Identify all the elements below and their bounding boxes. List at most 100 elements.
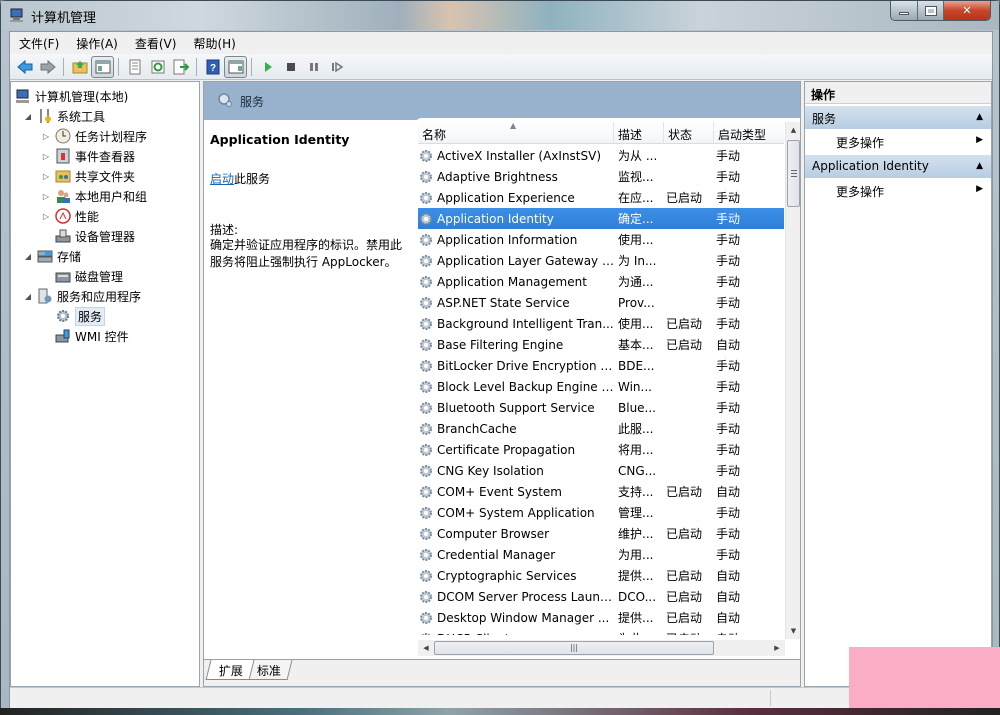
expand-arrow-icon[interactable]: ▷ <box>41 192 51 201</box>
scroll-left-arrow-icon[interactable]: ◀ <box>418 640 434 656</box>
horizontal-scroll-thumb[interactable]: ||| <box>434 641 714 655</box>
column-header-status[interactable]: 状态 <box>664 122 714 144</box>
column-header-name[interactable]: 名称 ▲ <box>418 121 614 144</box>
menu-help[interactable]: 帮助(H) <box>184 32 243 53</box>
expand-arrow-icon[interactable]: ▷ <box>41 152 51 161</box>
help-button[interactable]: ? <box>201 56 224 78</box>
tree-item-storage[interactable]: ◢ 存储 <box>23 246 81 266</box>
collapse-arrow-icon[interactable]: ◢ <box>23 112 33 121</box>
expand-arrow-icon[interactable]: ▷ <box>41 132 51 141</box>
service-name: Application Information <box>437 232 578 247</box>
start-service-button[interactable] <box>256 56 279 78</box>
service-name: Adaptive Brightness <box>437 169 558 184</box>
column-label: 描述 <box>618 128 643 142</box>
service-gear-icon <box>420 149 432 162</box>
service-row[interactable]: Adaptive Brightness 监视... 手动 <box>418 166 784 187</box>
scroll-right-arrow-icon[interactable]: ▶ <box>769 640 785 656</box>
collapse-up-icon[interactable]: ▲ <box>976 112 983 122</box>
tree-item-event-viewer[interactable]: ▷ 事件查看器 <box>41 146 135 166</box>
menu-view[interactable]: 查看(V) <box>126 32 185 53</box>
action-section-services[interactable]: 服务 ▲ <box>805 106 991 129</box>
service-row[interactable]: Application Identity 确定... 手动 <box>418 208 784 229</box>
tree-item-services[interactable]: 服务 <box>55 306 106 326</box>
column-header-description[interactable]: 描述 <box>614 122 664 144</box>
start-service-link[interactable]: 启动 <box>210 172 234 186</box>
service-row[interactable]: Desktop Window Manager ... 提供... 已启动 自动 <box>418 607 784 628</box>
service-row[interactable]: Application Management 为通... 手动 <box>418 271 784 292</box>
refresh-button[interactable] <box>146 56 169 78</box>
forward-button[interactable] <box>36 56 59 78</box>
menu-action[interactable]: 操作(A) <box>67 32 126 53</box>
vertical-scrollbar[interactable]: ▲ ▼ <box>785 122 800 639</box>
service-row[interactable]: Application Layer Gateway S... 为 In... 手动 <box>418 250 784 271</box>
service-name: Block Level Backup Engine S... <box>437 379 614 394</box>
scroll-up-arrow-icon[interactable]: ▲ <box>786 122 800 138</box>
horizontal-scrollbar[interactable]: ◀ ||| ▶ <box>418 640 785 656</box>
service-row[interactable]: DCOM Server Process Launc... DCO... 已启动 自动 <box>418 586 784 607</box>
tree-item-task-scheduler[interactable]: ▷ 任务计划程序 <box>41 126 147 146</box>
collapse-arrow-icon[interactable]: ◢ <box>23 292 33 301</box>
tree-item-shared-folders[interactable]: ▷ 共享文件夹 <box>41 166 135 186</box>
storage-icon <box>37 250 53 263</box>
properties-button[interactable] <box>123 56 146 78</box>
tree-item-device-manager[interactable]: 设备管理器 <box>55 226 135 246</box>
menu-bar: 文件(F) 操作(A) 查看(V) 帮助(H) <box>10 32 992 53</box>
scroll-down-arrow-icon[interactable]: ▼ <box>786 623 800 639</box>
tab-extended[interactable]: 扩展 <box>205 660 255 680</box>
window-controls: ✕ <box>890 1 991 21</box>
expand-arrow-icon[interactable]: ▷ <box>41 172 51 181</box>
computer-management-icon <box>16 89 29 103</box>
service-row[interactable]: DHCP Client为此...已启动自动 <box>418 628 784 635</box>
back-button[interactable] <box>13 56 36 78</box>
title-bar[interactable]: 计算机管理 ✕ <box>1 1 999 30</box>
tree-item-system-tools[interactable]: ◢ 系统工具 <box>23 106 105 126</box>
collapse-up-icon[interactable]: ▲ <box>976 161 983 171</box>
grip-icon <box>791 170 797 177</box>
action-section-application-identity[interactable]: Application Identity ▲ <box>805 155 991 178</box>
more-actions-application-identity[interactable]: 更多操作 ▶ <box>805 178 991 202</box>
service-row[interactable]: Certificate Propagation 将用... 手动 <box>418 439 784 460</box>
show-hide-action-pane-button[interactable] <box>224 55 247 78</box>
tree-item-services-and-applications[interactable]: ◢ 服务和应用程序 <box>23 286 141 306</box>
tree-root[interactable]: 计算机管理(本地) <box>15 86 128 106</box>
service-row[interactable]: BranchCache 此服... 手动 <box>418 418 784 439</box>
pause-service-button[interactable] <box>302 56 325 78</box>
service-row[interactable]: Bluetooth Support Service Blue... 手动 <box>418 397 784 418</box>
service-row[interactable]: CNG Key Isolation CNG... 手动 <box>418 460 784 481</box>
up-one-level-button[interactable] <box>68 56 91 78</box>
restart-service-icon <box>331 61 343 72</box>
tree-item-performance[interactable]: ▷ 性能 <box>41 206 99 226</box>
service-row[interactable]: COM+ System Application 管理... 手动 <box>418 502 784 523</box>
minimize-button[interactable] <box>891 1 918 20</box>
expand-arrow-icon[interactable]: ▷ <box>41 212 51 221</box>
export-list-button[interactable] <box>169 56 192 78</box>
service-row[interactable]: Application Information 使用... 手动 <box>418 229 784 250</box>
tree-item-local-users-groups[interactable]: ▷ 本地用户和组 <box>41 186 147 206</box>
service-description: 为从 ... <box>618 149 658 163</box>
service-row[interactable]: ActiveX Installer (AxInstSV) 为从 ... 手动 <box>418 145 784 166</box>
service-row[interactable]: Application Experience 在应... 已启动 手动 <box>418 187 784 208</box>
service-row[interactable]: Block Level Backup Engine S... Win... 手动 <box>418 376 784 397</box>
service-startup-type: 手动 <box>716 506 741 520</box>
service-row[interactable]: Background Intelligent Tran... 使用... 已启动 手动 <box>418 313 784 334</box>
service-row[interactable]: ASP.NET State Service Prov... 手动 <box>418 292 784 313</box>
menu-file[interactable]: 文件(F) <box>10 32 67 53</box>
collapse-arrow-icon[interactable]: ◢ <box>23 252 33 261</box>
close-button[interactable]: ✕ <box>944 1 990 20</box>
service-row[interactable]: BitLocker Drive Encryption S... BDE... 手动 <box>418 355 784 376</box>
tree-item-wmi-control[interactable]: WMI 控件 <box>55 326 129 346</box>
column-header-startup-type[interactable]: 启动类型 <box>714 122 784 144</box>
show-hide-console-tree-button[interactable] <box>91 55 114 78</box>
restart-service-button[interactable] <box>325 56 348 78</box>
more-actions-services[interactable]: 更多操作 ▶ <box>805 129 991 153</box>
service-row[interactable]: Cryptographic Services 提供... 已启动 自动 <box>418 565 784 586</box>
service-row[interactable]: Computer Browser 维护... 已启动 手动 <box>418 523 784 544</box>
submenu-arrow-icon: ▶ <box>976 184 983 194</box>
maximize-button[interactable] <box>918 1 944 20</box>
service-row[interactable]: Credential Manager 为用... 手动 <box>418 544 784 565</box>
stop-service-button[interactable] <box>279 56 302 78</box>
service-row[interactable]: COM+ Event System 支持... 已启动 自动 <box>418 481 784 502</box>
vertical-scroll-thumb[interactable] <box>787 140 800 207</box>
tree-item-disk-management[interactable]: 磁盘管理 <box>55 266 123 286</box>
service-row[interactable]: Base Filtering Engine 基本... 已启动 自动 <box>418 334 784 355</box>
